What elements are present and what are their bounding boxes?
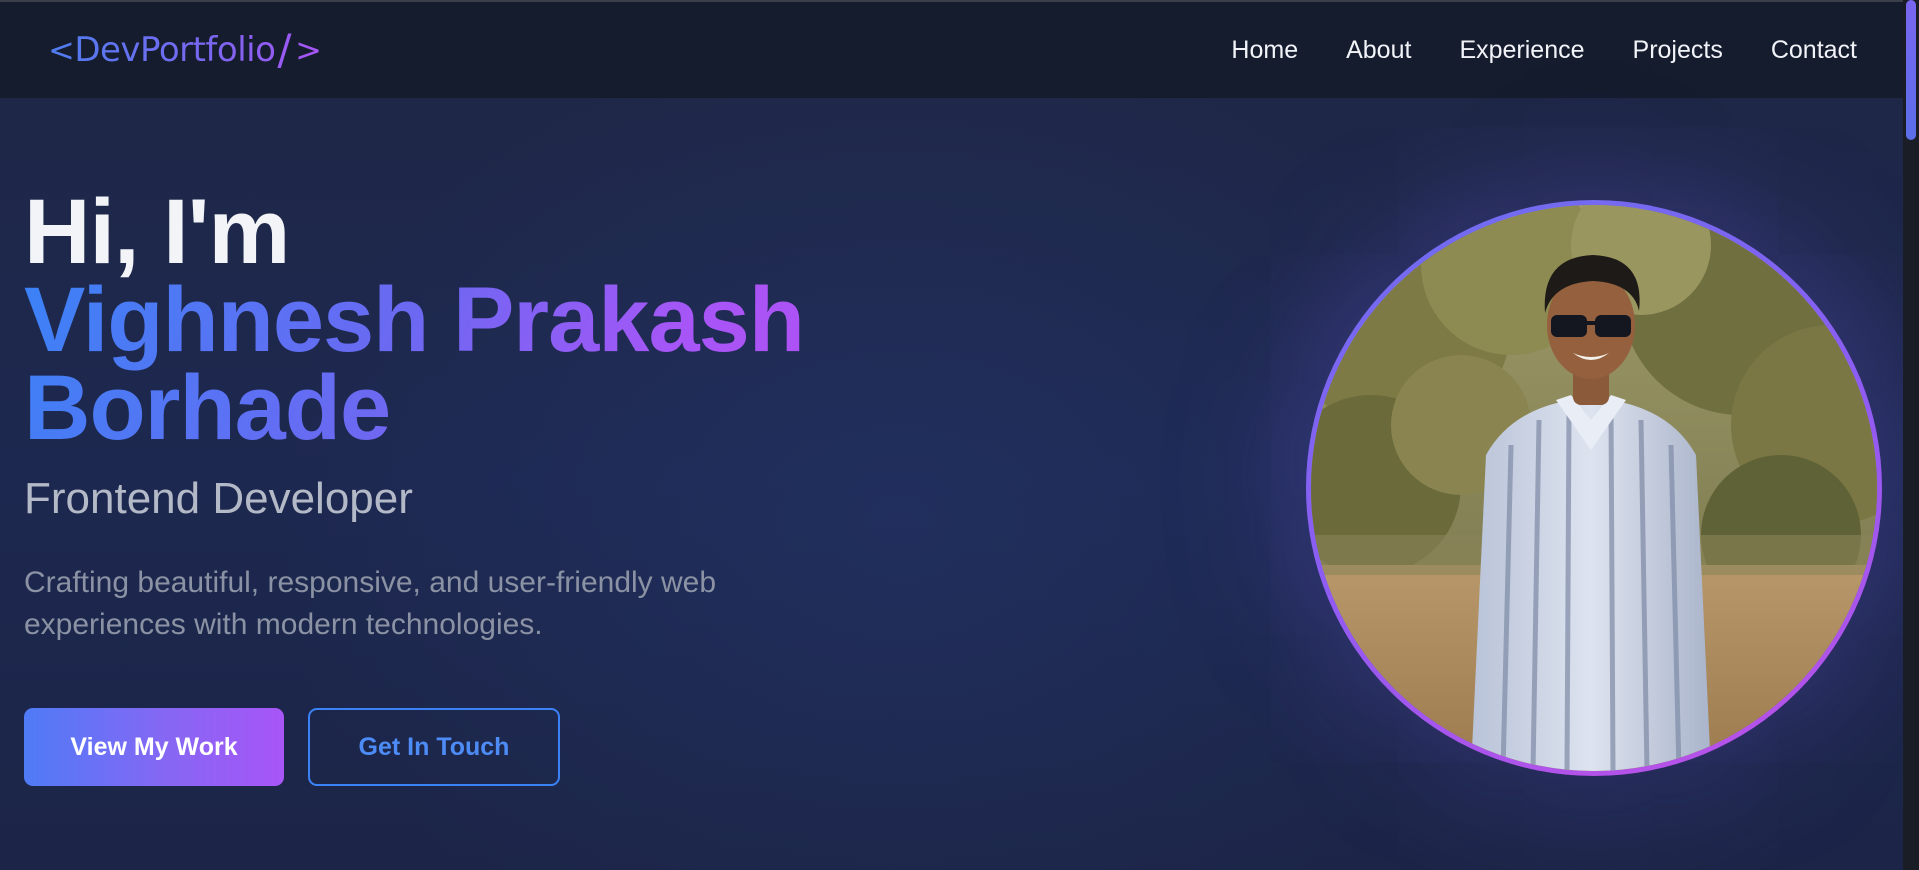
hero-actions: View My Work Get In Touch: [24, 708, 560, 786]
view-my-work-button[interactable]: View My Work: [24, 708, 284, 786]
hero-intro: Hi, I'm Vighnesh Prakash Borhade Fronten…: [24, 181, 924, 646]
profile-photo-frame: [1306, 200, 1882, 776]
hero-role: Frontend Developer: [24, 474, 413, 523]
nav-links: Home About Experience Projects Contact: [1231, 36, 1857, 65]
get-in-touch-button[interactable]: Get In Touch: [308, 708, 560, 786]
profile-photo-illustration: [1311, 205, 1877, 771]
hero-tagline: Crafting beautiful, responsive, and user…: [24, 566, 717, 641]
logo-text: DevPortfolio: [74, 30, 276, 70]
logo-slash: /: [277, 25, 292, 74]
nav-link-contact[interactable]: Contact: [1771, 36, 1857, 65]
hero-greeting: Hi, I'm: [24, 181, 290, 283]
profile-photo: [1311, 205, 1877, 771]
page-scrollbar[interactable]: [1903, 0, 1919, 870]
nav-link-experience[interactable]: Experience: [1459, 36, 1584, 65]
scrollbar-thumb[interactable]: [1906, 0, 1916, 140]
nav-link-home[interactable]: Home: [1231, 36, 1298, 65]
nav-link-about[interactable]: About: [1346, 36, 1411, 65]
nav-link-projects[interactable]: Projects: [1633, 36, 1723, 65]
navbar: < DevPortfolio / > Home About Experience…: [0, 2, 1903, 98]
logo-close-bracket: >: [295, 31, 322, 69]
hero-name: Vighnesh Prakash Borhade: [24, 274, 864, 454]
site-logo[interactable]: < DevPortfolio / >: [48, 29, 321, 71]
portfolio-page: < DevPortfolio / > Home About Experience…: [0, 0, 1919, 870]
logo-open-bracket: <: [48, 31, 75, 69]
